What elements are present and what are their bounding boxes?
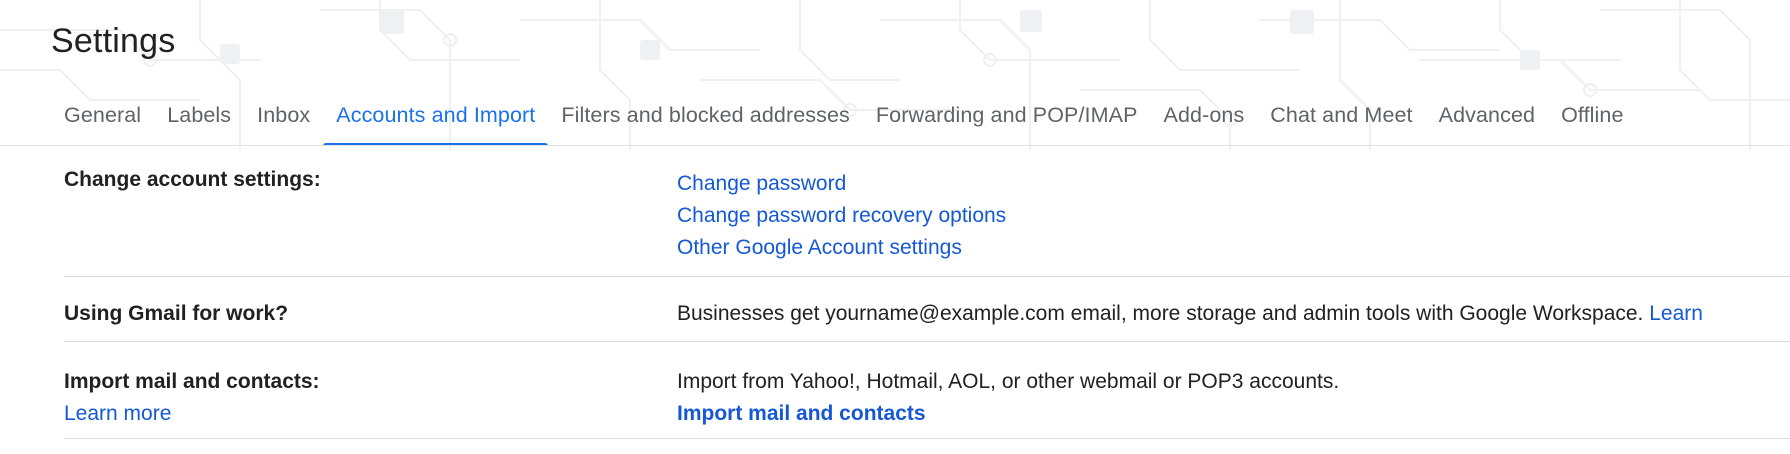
tab-accounts-and-import[interactable]: Accounts and Import <box>323 92 549 146</box>
settings-page: Settings General Labels Inbox Accounts a… <box>0 0 1790 454</box>
import-description: Import from Yahoo!, Hotmail, AOL, or oth… <box>677 370 1340 393</box>
tab-add-ons[interactable]: Add-ons <box>1151 92 1258 146</box>
tab-labels[interactable]: Labels <box>154 92 244 146</box>
change-account-settings-row: Change account settings: Change password… <box>64 146 1790 277</box>
gmail-for-work-row: Using Gmail for work? Businesses get you… <box>64 277 1790 342</box>
import-mail-and-contacts-button[interactable]: Import mail and contacts <box>677 398 1790 430</box>
tab-filters-and-blocked-addresses[interactable]: Filters and blocked addresses <box>548 92 863 146</box>
tab-advanced[interactable]: Advanced <box>1426 92 1548 146</box>
settings-rows: Change account settings: Change password… <box>64 146 1790 439</box>
change-password-recovery-link[interactable]: Change password recovery options <box>677 200 1790 232</box>
tab-forwarding-and-pop-imap[interactable]: Forwarding and POP/IMAP <box>863 92 1151 146</box>
row-value-column: Businesses get yourname@example.com emai… <box>677 277 1790 341</box>
gmail-for-work-description: Businesses get yourname@example.com emai… <box>677 302 1644 325</box>
gmail-for-work-label: Using Gmail for work? <box>64 302 289 325</box>
import-learn-more-link[interactable]: Learn more <box>64 398 677 430</box>
tab-chat-and-meet[interactable]: Chat and Meet <box>1257 92 1425 146</box>
row-value-column: Change password Change password recovery… <box>677 146 1790 276</box>
tab-offline[interactable]: Offline <box>1548 92 1636 146</box>
tab-inbox[interactable]: Inbox <box>244 92 323 146</box>
settings-tabs: General Labels Inbox Accounts and Import… <box>51 92 1637 146</box>
row-label-column: Using Gmail for work? <box>64 277 677 341</box>
other-google-account-settings-link[interactable]: Other Google Account settings <box>677 232 1790 264</box>
import-mail-label: Import mail and contacts: <box>64 370 320 393</box>
page-title: Settings <box>51 22 176 60</box>
settings-header: Settings General Labels Inbox Accounts a… <box>0 0 1790 146</box>
tab-general[interactable]: General <box>51 92 154 146</box>
learn-more-workspace-link[interactable]: Learn <box>1649 302 1703 325</box>
row-label-column: Import mail and contacts: Learn more <box>64 342 677 438</box>
change-password-link[interactable]: Change password <box>677 168 1790 200</box>
import-mail-row: Import mail and contacts: Learn more Imp… <box>64 342 1790 439</box>
row-label-column: Change account settings: <box>64 146 677 276</box>
row-value-column: Import from Yahoo!, Hotmail, AOL, or oth… <box>677 342 1790 438</box>
change-account-settings-label: Change account settings: <box>64 168 321 191</box>
